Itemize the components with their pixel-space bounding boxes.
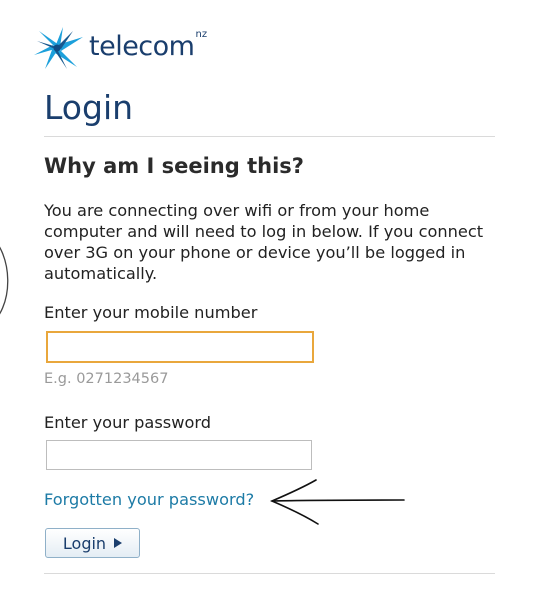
bottom-divider [44, 573, 495, 574]
side-panel-handle[interactable] [0, 232, 16, 328]
password-input[interactable] [46, 440, 312, 470]
mobile-number-input[interactable] [46, 331, 314, 363]
mobile-number-hint: E.g. 0271234567 [44, 371, 169, 387]
brand-name: telecom [89, 30, 195, 62]
play-triangle-icon [114, 538, 123, 548]
brand-suffix: nz [195, 28, 208, 40]
telecom-star-logo-icon [34, 27, 83, 69]
login-button[interactable]: Login [45, 528, 140, 558]
page-title: Login [44, 88, 134, 127]
login-button-label: Login [62, 533, 107, 553]
annotation-arrow-icon [269, 479, 405, 525]
login-page: telecom nz Login Why am I seeing this? Y… [0, 0, 540, 597]
password-label: Enter your password [44, 413, 211, 432]
mobile-number-label: Enter your mobile number [44, 303, 258, 322]
forgot-password-link[interactable]: Forgotten your password? [44, 490, 254, 509]
why-explanation: You are connecting over wifi or from you… [44, 201, 484, 283]
telecom-logo[interactable]: telecom nz [33, 24, 207, 72]
why-heading: Why am I seeing this? [44, 154, 304, 178]
title-divider [44, 136, 495, 137]
